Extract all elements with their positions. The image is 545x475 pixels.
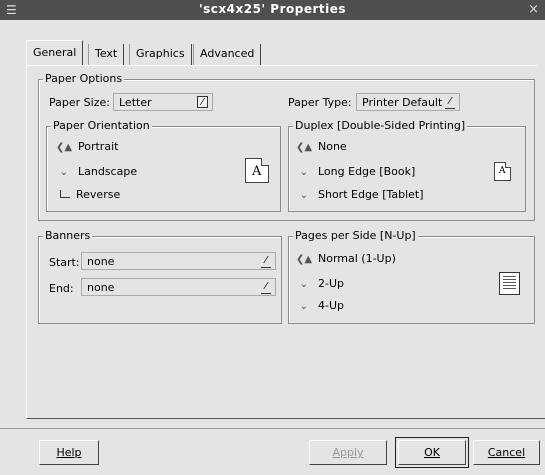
- orientation-legend: Paper Orientation: [51, 119, 152, 132]
- radio-unselected-icon: ⌄: [59, 167, 69, 178]
- paper-size-label: Paper Size:: [49, 96, 110, 109]
- duplex-legend: Duplex [Double-Sided Printing]: [293, 119, 468, 132]
- tab-text[interactable]: Text: [88, 44, 125, 66]
- dropdown-arrow-icon: ⁄: [197, 96, 208, 108]
- duplex-preview-letter: A: [499, 166, 506, 176]
- dropdown-arrow-icon: ⁄: [261, 255, 271, 268]
- checkbox-icon: [60, 190, 70, 198]
- cancel-button[interactable]: Cancel: [473, 440, 540, 465]
- duplex-none-radio[interactable]: ❮▲ None: [296, 140, 347, 153]
- radio-unselected-icon: ⌄: [299, 301, 309, 312]
- paper-size-value: Letter: [119, 96, 152, 109]
- radio-unselected-icon: ⌄: [299, 279, 309, 290]
- title-bar: ☰ 'scx4x25' Properties ×: [0, 0, 545, 20]
- nup-preview-page-icon: [499, 272, 520, 295]
- radio-selected-icon: ❮▲: [56, 142, 73, 153]
- orientation-preview: A: [245, 158, 269, 183]
- banner-end-value: none: [87, 281, 115, 294]
- dropdown-arrow-icon: ⁄: [261, 281, 271, 294]
- nup-normal-radio[interactable]: ❮▲ Normal (1-Up): [296, 252, 396, 265]
- tab-general[interactable]: General: [26, 40, 84, 66]
- duplex-short-edge-radio[interactable]: ⌄ Short Edge [Tablet]: [296, 188, 424, 201]
- banner-start-select[interactable]: none ⁄: [81, 252, 276, 270]
- radio-unselected-icon: ⌄: [299, 190, 309, 201]
- banner-start-label: Start:: [49, 256, 80, 269]
- dropdown-arrow-icon: ⁄: [445, 96, 455, 109]
- orientation-landscape-radio[interactable]: ⌄ Landscape: [56, 165, 137, 178]
- window-title: 'scx4x25' Properties: [198, 2, 347, 16]
- banners-legend: Banners: [43, 229, 93, 242]
- paper-size-select[interactable]: Letter ⁄: [113, 93, 213, 111]
- nup-4up-radio[interactable]: ⌄ 4-Up: [296, 299, 344, 312]
- banner-end-label: End:: [49, 282, 74, 295]
- help-button[interactable]: Help: [39, 440, 99, 465]
- banner-end-select[interactable]: none ⁄: [81, 278, 276, 296]
- paper-type-value: Printer Default: [362, 96, 443, 109]
- paper-options-legend: Paper Options: [43, 72, 125, 85]
- close-icon[interactable]: ×: [528, 2, 539, 17]
- radio-selected-icon: ❮▲: [296, 254, 313, 265]
- radio-selected-icon: ❮▲: [296, 142, 313, 153]
- paper-type-select[interactable]: Printer Default ⁄: [356, 93, 460, 111]
- tab-graphics[interactable]: Graphics: [129, 44, 192, 66]
- apply-button[interactable]: Apply: [309, 440, 387, 465]
- orientation-preview-letter: A: [252, 164, 262, 179]
- nup-2up-radio[interactable]: ⌄ 2-Up: [296, 277, 344, 290]
- duplex-long-edge-radio[interactable]: ⌄ Long Edge [Book]: [296, 165, 415, 178]
- banner-start-value: none: [87, 255, 115, 268]
- duplex-preview: A: [494, 162, 511, 181]
- nup-legend: Pages per Side [N-Up]: [293, 229, 418, 242]
- reverse-checkbox[interactable]: Reverse: [60, 188, 120, 201]
- radio-unselected-icon: ⌄: [299, 167, 309, 178]
- paper-type-label: Paper Type:: [288, 96, 352, 109]
- ok-button[interactable]: OK: [395, 437, 469, 468]
- orientation-portrait-radio[interactable]: ❮▲ Portrait: [56, 140, 118, 153]
- button-separator: [0, 428, 545, 429]
- tab-advanced[interactable]: Advanced: [193, 44, 262, 66]
